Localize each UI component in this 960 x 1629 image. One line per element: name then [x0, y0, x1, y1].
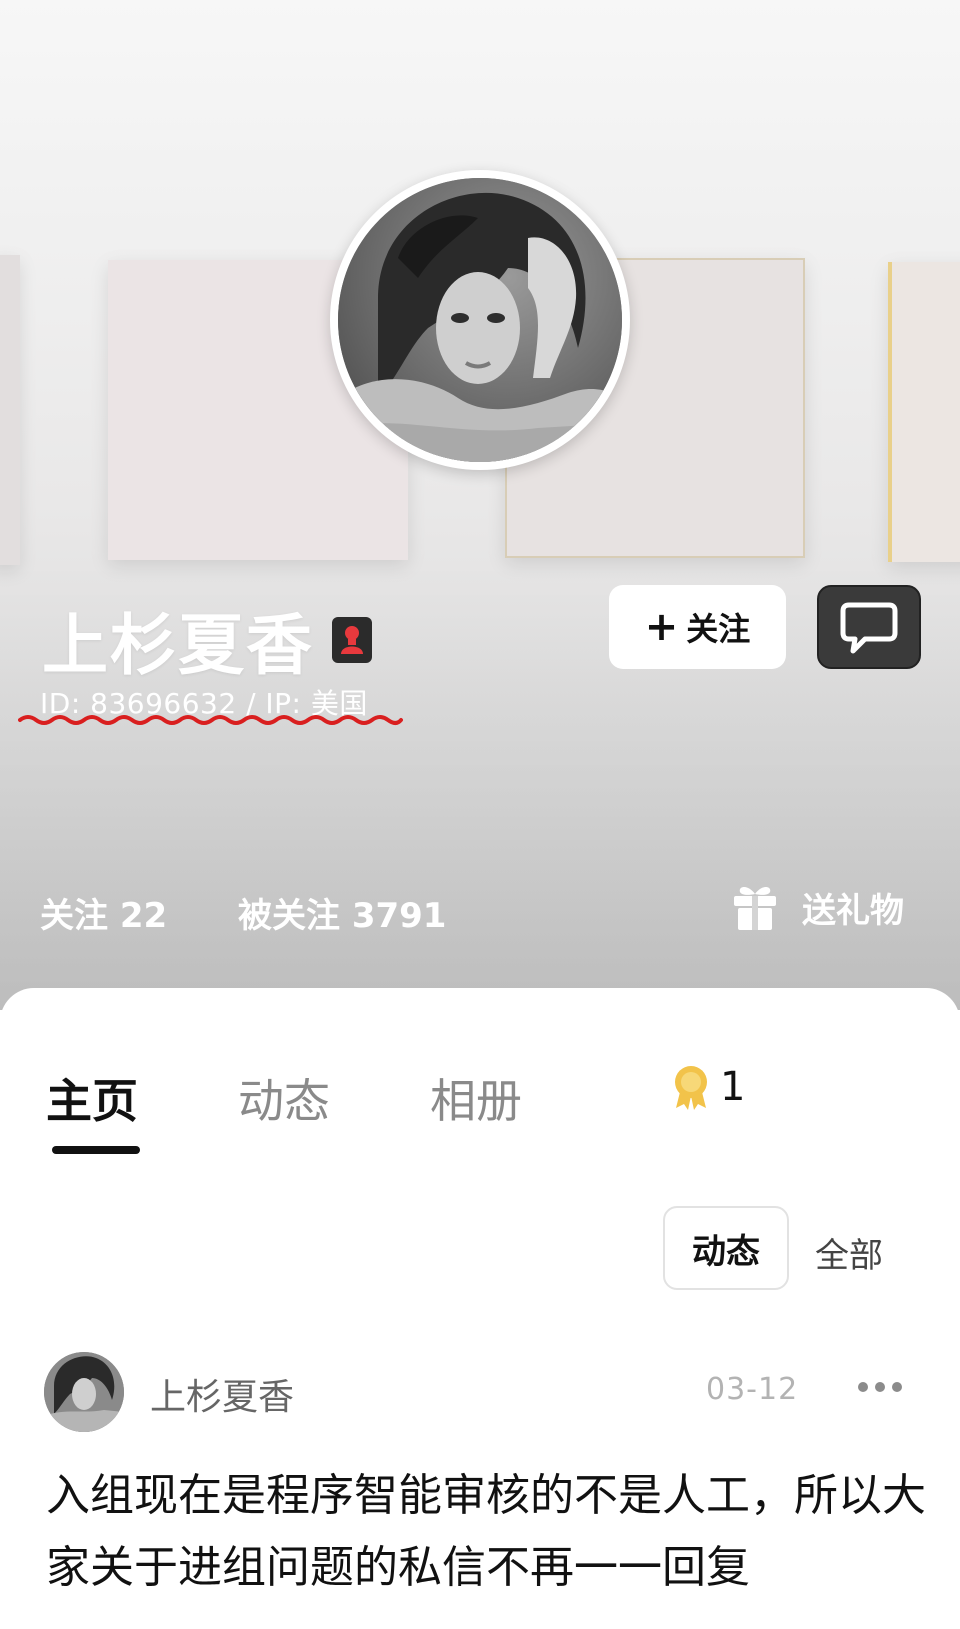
profile-cover	[0, 0, 960, 1010]
avatar-photo	[44, 1352, 124, 1432]
gift-icon	[734, 887, 776, 930]
medal-counter[interactable]: 1	[670, 1064, 745, 1110]
profile-avatar[interactable]	[330, 170, 630, 470]
followers-count[interactable]: 被关注 3791	[238, 888, 446, 937]
follow-button[interactable]: + 关注	[609, 585, 786, 669]
send-gift-button[interactable]: 送礼物	[732, 882, 904, 932]
avatar-photo	[338, 178, 622, 462]
post-body: 入组现在是程序智能审核的不是人工，所以大家关于进组问题的私信不再一一回复	[46, 1470, 926, 1593]
send-gift-label: 送礼物	[802, 890, 904, 931]
medal-icon	[675, 1066, 707, 1110]
red-underline-annotation	[18, 715, 403, 725]
cover-art-panel	[888, 262, 960, 562]
dot	[892, 1382, 902, 1392]
female-badge-icon	[332, 617, 372, 663]
active-tab-indicator	[52, 1146, 140, 1154]
dot	[875, 1382, 885, 1392]
medal-count: 1	[720, 1064, 746, 1110]
post-author-avatar[interactable]	[44, 1352, 124, 1432]
tab-home[interactable]: 主页	[46, 1065, 138, 1131]
post-author-name[interactable]: 上杉夏香	[150, 1368, 294, 1420]
filter-all-button[interactable]: 全部	[815, 1228, 883, 1277]
dot	[858, 1382, 868, 1392]
chat-bubble-icon	[840, 602, 898, 654]
post-date: 03-12	[706, 1372, 799, 1407]
following-count[interactable]: 关注 22	[40, 888, 167, 937]
plus-icon: +	[644, 604, 679, 650]
more-options-icon[interactable]	[858, 1382, 902, 1392]
tab-posts[interactable]: 动态	[238, 1065, 330, 1131]
cover-art-panel	[0, 255, 20, 565]
filter-posts-button[interactable]: 动态	[663, 1206, 789, 1290]
tab-album[interactable]: 相册	[430, 1065, 522, 1131]
message-button[interactable]	[817, 585, 921, 669]
profile-name: 上杉夏香	[42, 607, 314, 684]
profile-name-row: 上杉夏香	[42, 592, 372, 688]
follow-button-label: 关注	[686, 610, 751, 648]
